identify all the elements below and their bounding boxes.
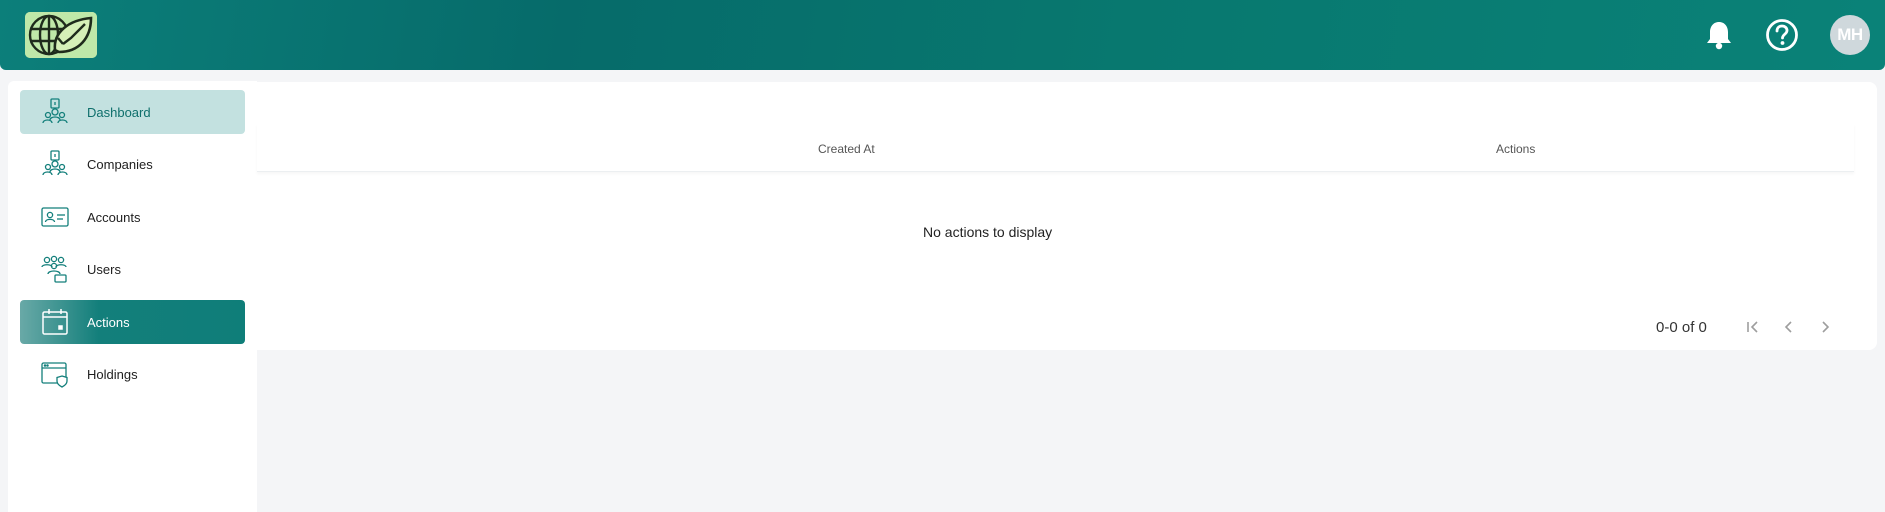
dashboard-people-icon — [40, 97, 70, 127]
sidebar-item-accounts[interactable]: Accounts — [20, 195, 245, 239]
actions-table-card: Created At Actions No actions to display… — [257, 82, 1877, 350]
top-app-bar: MH — [0, 0, 1885, 70]
sidebar-item-label: Users — [87, 261, 121, 277]
calendar-icon — [40, 307, 70, 337]
sidebar-item-users[interactable]: Users — [20, 247, 245, 291]
sidebar-item-dashboard[interactable]: Dashboard — [20, 90, 245, 134]
table-header: Created At Actions — [257, 124, 1854, 172]
browser-shield-icon — [40, 359, 70, 389]
sidebar-item-actions[interactable]: Actions — [20, 300, 245, 344]
column-header-created-at[interactable]: Created At — [818, 142, 875, 156]
app-logo[interactable] — [25, 12, 97, 58]
chevron-left-icon[interactable] — [1776, 314, 1802, 340]
sidebar-item-label: Accounts — [87, 209, 141, 225]
chevron-right-icon[interactable] — [1812, 314, 1838, 340]
sidebar-item-holdings[interactable]: Holdings — [20, 352, 245, 396]
bell-icon[interactable] — [1701, 17, 1737, 53]
help-icon[interactable] — [1764, 17, 1800, 53]
empty-state-message: No actions to display — [923, 224, 1053, 240]
pagination-range: 0-0 of 0 — [1656, 319, 1707, 336]
sidebar-item-label: Dashboard — [87, 104, 151, 120]
column-header-actions[interactable]: Actions — [1496, 142, 1535, 156]
sidebar: Dashboard Companies Accounts Users Actio… — [8, 81, 257, 512]
id-card-icon — [40, 202, 70, 232]
user-avatar[interactable]: MH — [1830, 15, 1870, 55]
companies-people-icon — [40, 149, 70, 179]
first-page-icon[interactable] — [1740, 314, 1766, 340]
sidebar-item-label: Holdings — [87, 366, 138, 382]
users-group-icon — [40, 254, 70, 284]
sidebar-item-label: Actions — [87, 314, 130, 330]
sidebar-item-label: Companies — [87, 156, 153, 172]
sidebar-item-companies[interactable]: Companies — [20, 142, 245, 186]
